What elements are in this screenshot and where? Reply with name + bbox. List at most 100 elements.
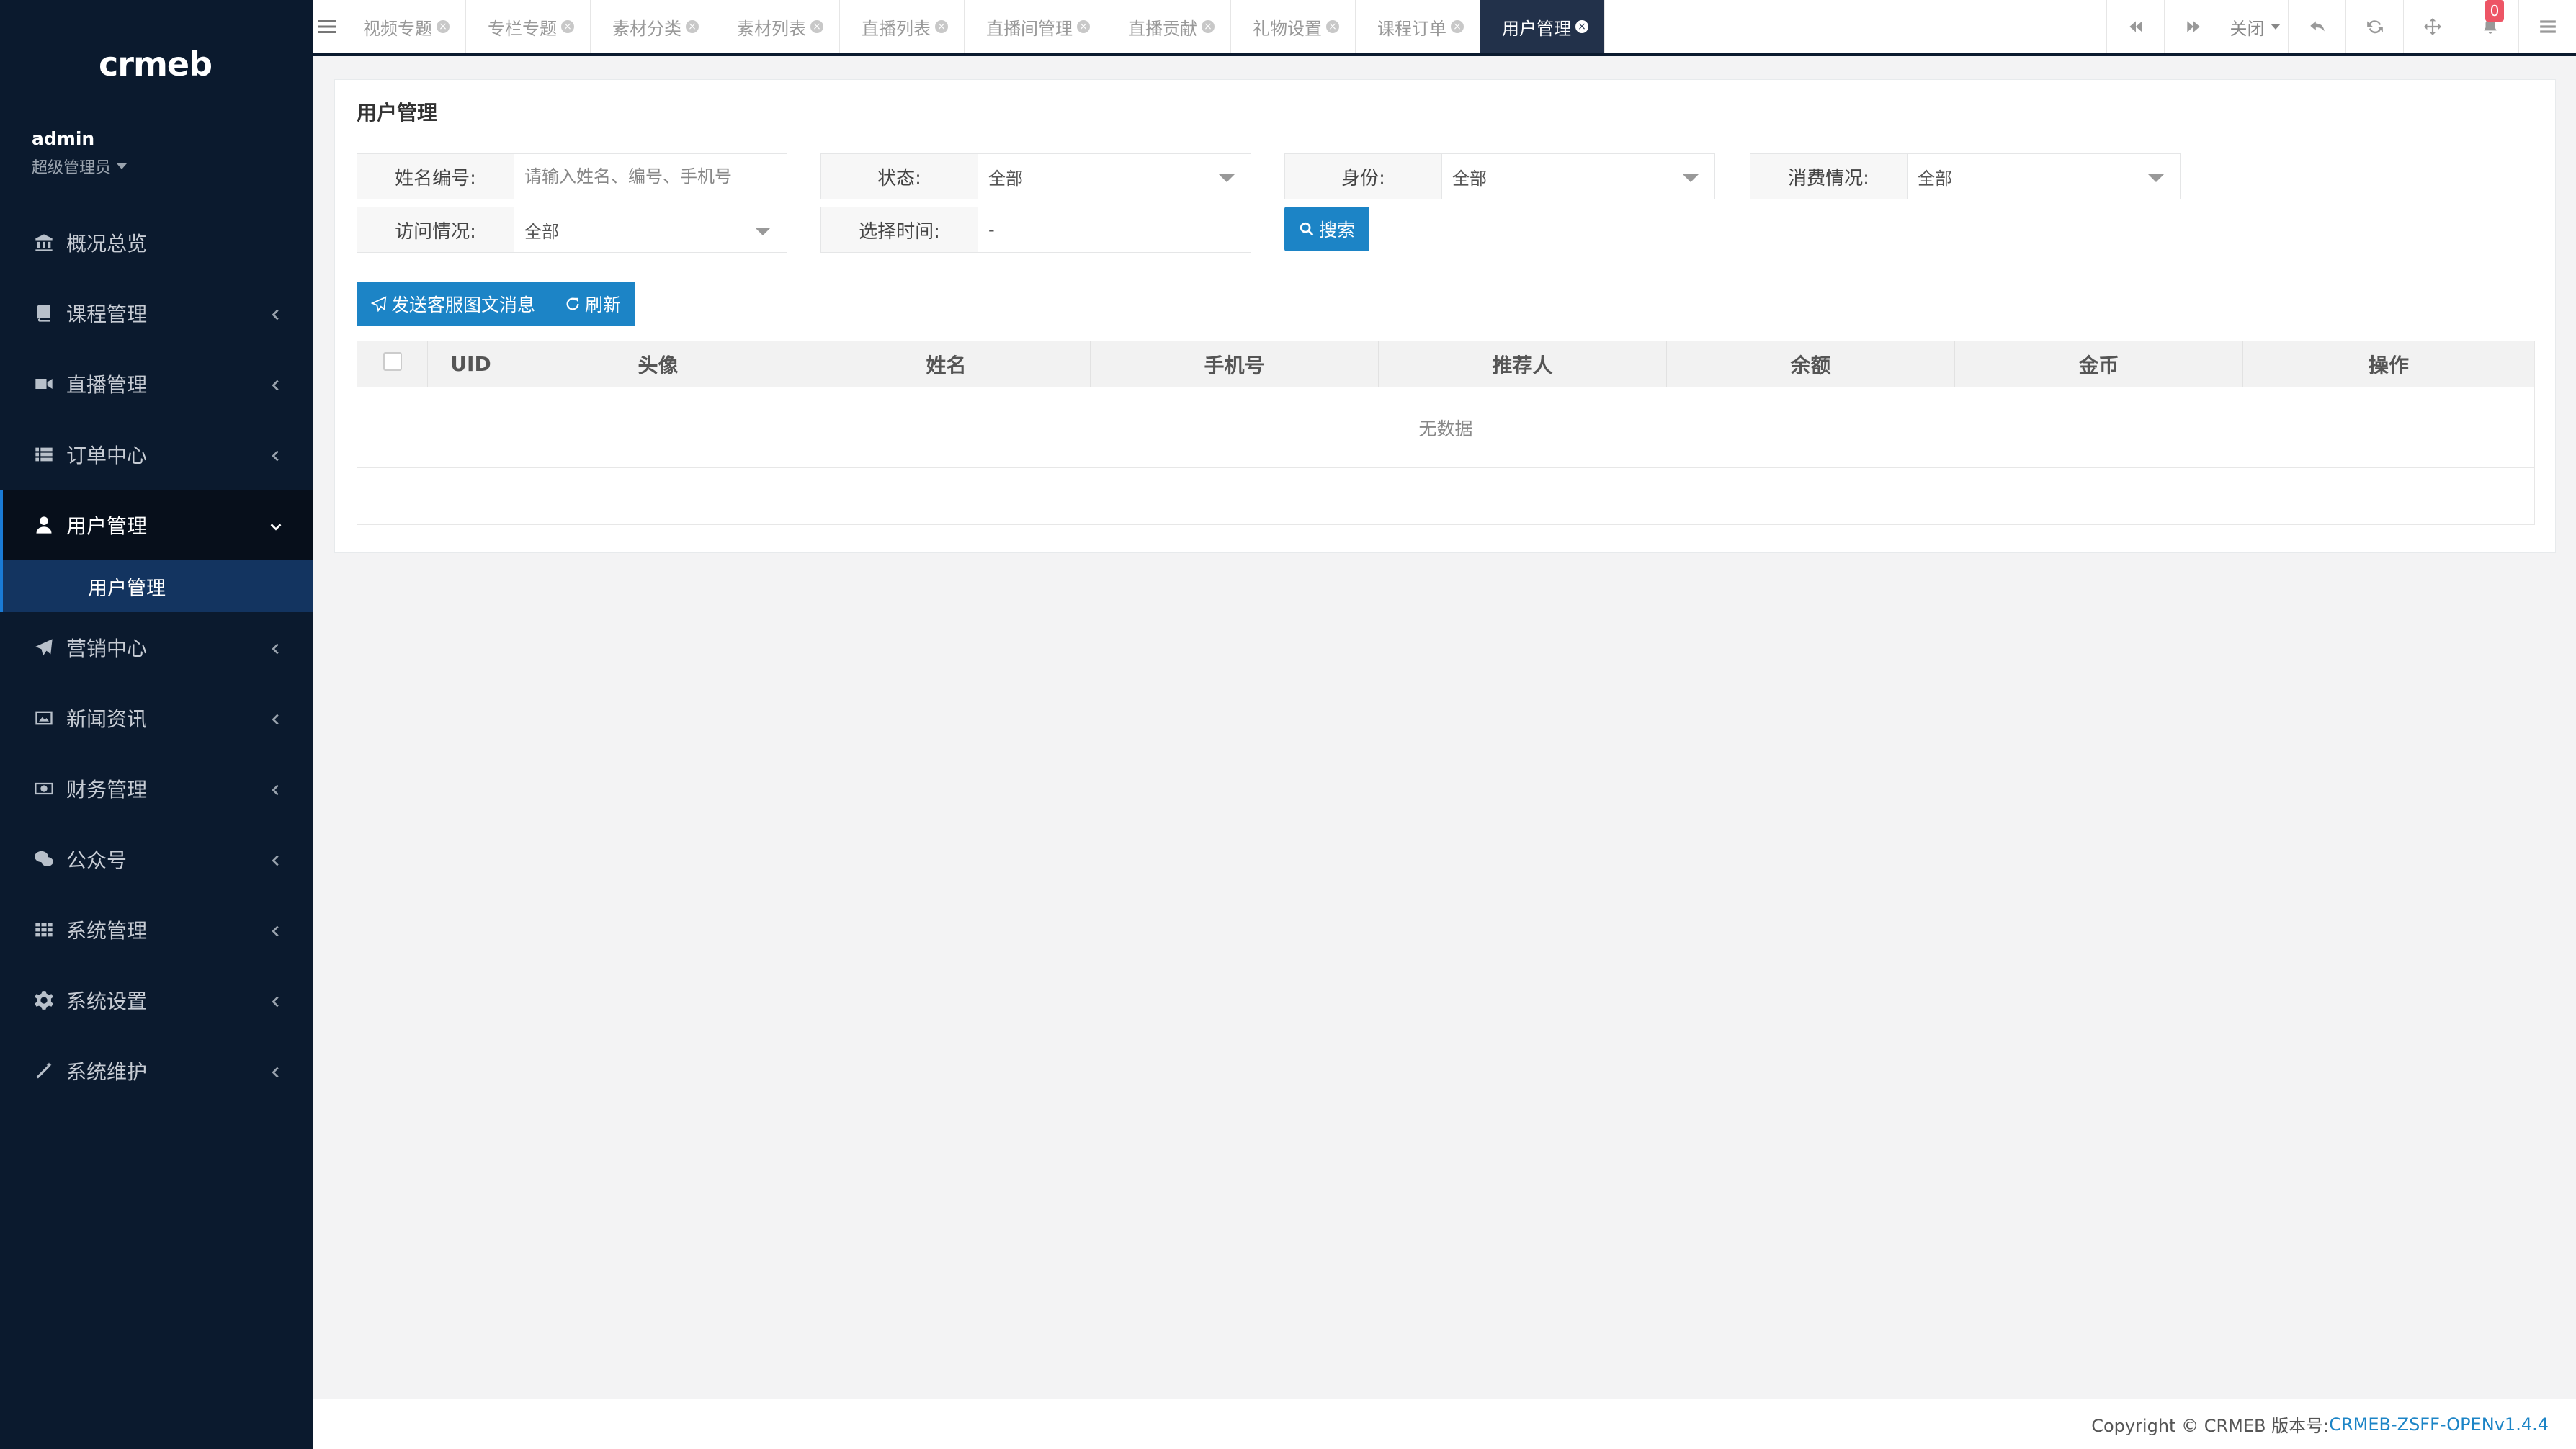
tab-label: 视频专题 (363, 18, 432, 39)
search-icon (1300, 222, 1314, 236)
visit-filter: 访问情况: 全部 (357, 207, 787, 253)
search-button[interactable]: 搜索 (1284, 207, 1369, 251)
identity-select[interactable]: 全部 (1442, 154, 1714, 199)
sidebar-item-wechat[interactable]: 公众号 (0, 824, 313, 894)
tab-live-room-management[interactable]: 直播间管理 × (965, 0, 1106, 53)
paper-plane-icon (32, 635, 56, 660)
close-tabs-dropdown[interactable]: 关闭 (2222, 0, 2288, 53)
status-select-value: 全部 (988, 168, 1023, 189)
select-all-cell (357, 341, 428, 387)
name-search-input[interactable] (524, 166, 777, 187)
scroll-tabs-left-button[interactable] (2106, 0, 2164, 53)
column-header[interactable]: 金币 (1955, 341, 2243, 387)
user-management-panel: 用户管理 姓名编号: 状态: 全部 身份: 全部 消费情况: 全部 访问情况: … (334, 79, 2556, 553)
tab-gift-settings[interactable]: 礼物设置 × (1231, 0, 1356, 53)
refresh-page-button[interactable] (2345, 0, 2403, 53)
visit-filter-label: 访问情况: (357, 207, 514, 252)
tab-user-management[interactable]: 用户管理 × (1480, 0, 1605, 53)
name-filter-label: 姓名编号: (357, 154, 514, 199)
tab-video-topics[interactable]: 视频专题 × (341, 0, 466, 53)
fullscreen-button[interactable] (2403, 0, 2461, 53)
menu-toggle-button[interactable] (313, 0, 341, 53)
close-tab-icon[interactable]: × (437, 20, 450, 33)
tab-label: 直播贡献 (1128, 18, 1197, 39)
notifications-button[interactable]: 0 (2461, 0, 2518, 53)
column-header[interactable]: 头像 (514, 341, 802, 387)
refresh-icon (566, 297, 579, 310)
consumption-select[interactable]: 全部 (1908, 154, 2180, 199)
sidebar-item-system-management[interactable]: 系统管理 (0, 894, 313, 965)
tab-course-orders[interactable]: 课程订单 × (1356, 0, 1480, 53)
name-filter: 姓名编号: (357, 153, 787, 199)
close-tab-icon[interactable]: × (1575, 20, 1588, 33)
column-header[interactable]: 推荐人 (1379, 341, 1667, 387)
right-sidebar-toggle-button[interactable] (2518, 0, 2576, 53)
tab-material-list[interactable]: 素材列表 × (715, 0, 840, 53)
sidebar-item-label: 系统维护 (66, 1060, 148, 1084)
close-tab-icon[interactable]: × (935, 20, 948, 33)
tab-column-topics[interactable]: 专栏专题 × (466, 0, 591, 53)
sidebar-subitem-user-management[interactable]: 用户管理 (0, 560, 313, 612)
close-tab-icon[interactable]: × (686, 20, 699, 33)
sidebar-item-news[interactable]: 新闻资讯 (0, 683, 313, 753)
page-tabs: 视频专题 × 专栏专题 × 素材分类 × 素材列表 × 直播列表 × 直播间管理 × 直播贡… (341, 0, 1605, 53)
table-footer (357, 468, 2534, 524)
chevron-left-icon (268, 374, 287, 393)
date-range-input[interactable]: - (978, 207, 1251, 252)
book-icon (32, 301, 56, 326)
tab-live-list[interactable]: 直播列表 × (840, 0, 965, 53)
user-role-dropdown[interactable]: 超级管理员 (32, 155, 128, 178)
refresh-icon (2366, 20, 2383, 34)
sidebar-item-finance[interactable]: 财务管理 (0, 753, 313, 824)
tab-label: 课程订单 (1377, 18, 1446, 39)
close-tab-icon[interactable]: × (1202, 20, 1215, 33)
sidebar-item-marketing[interactable]: 营销中心 (0, 612, 313, 683)
move-icon (2423, 18, 2441, 35)
version-link[interactable]: CRMEB-ZSFF-OPENv1.4.4 (2329, 1414, 2549, 1435)
close-tab-icon[interactable]: × (1451, 20, 1464, 33)
column-header[interactable]: UID (428, 341, 514, 387)
sidebar-item-courses[interactable]: 课程管理 (0, 278, 313, 349)
sidebar-item-live[interactable]: 直播管理 (0, 349, 313, 419)
sidebar-item-system-settings[interactable]: 系统设置 (0, 965, 313, 1036)
bank-icon (32, 230, 56, 255)
tab-material-categories[interactable]: 素材分类 × (591, 0, 715, 53)
paper-plane-icon (371, 296, 387, 312)
close-tab-icon[interactable]: × (561, 20, 574, 33)
table-header: UID 头像 姓名 手机号 推荐人 余额 金币 操作 (357, 341, 2534, 387)
page-title: 用户管理 (357, 101, 438, 125)
sidebar-item-system-maintenance[interactable]: 系统维护 (0, 1036, 313, 1106)
back-button[interactable] (2288, 0, 2345, 53)
scroll-tabs-right-button[interactable] (2164, 0, 2222, 53)
chevron-left-icon (268, 779, 287, 798)
select-all-checkbox[interactable] (383, 351, 402, 371)
magic-wand-icon (32, 1059, 56, 1083)
column-header[interactable]: 手机号 (1091, 341, 1379, 387)
tasks-icon (2539, 20, 2556, 33)
user-profile[interactable]: admin 超级管理员 (32, 128, 128, 178)
sidebar-item-label: 财务管理 (66, 778, 148, 802)
money-icon (32, 776, 56, 801)
gear-icon (32, 988, 56, 1013)
sidebar-item-overview[interactable]: 概况总览 (0, 207, 313, 278)
sidebar-item-users[interactable]: 用户管理 (0, 490, 313, 560)
close-tab-icon[interactable]: × (810, 20, 823, 33)
visit-select[interactable]: 全部 (514, 207, 787, 252)
sidebar-item-label: 营销中心 (66, 637, 148, 660)
close-tab-icon[interactable]: × (1326, 20, 1339, 33)
caret-down-icon (755, 228, 771, 235)
column-header[interactable]: 姓名 (802, 341, 1091, 387)
sidebar-subitem-label: 用户管理 (88, 577, 166, 600)
user-icon (32, 513, 56, 537)
close-tab-icon[interactable]: × (1077, 20, 1090, 33)
sidebar-item-orders[interactable]: 订单中心 (0, 419, 313, 490)
logo[interactable]: crmeb (0, 32, 313, 97)
refresh-button[interactable]: 刷新 (550, 282, 636, 326)
status-select[interactable]: 全部 (978, 154, 1251, 199)
chevron-left-icon (268, 920, 287, 939)
column-header[interactable]: 余额 (1667, 341, 1955, 387)
column-header[interactable]: 操作 (2243, 341, 2534, 387)
tab-live-contributions[interactable]: 直播贡献 × (1106, 0, 1231, 53)
sidebar-item-label: 课程管理 (66, 302, 148, 326)
send-message-button[interactable]: 发送客服图文消息 (357, 282, 551, 326)
